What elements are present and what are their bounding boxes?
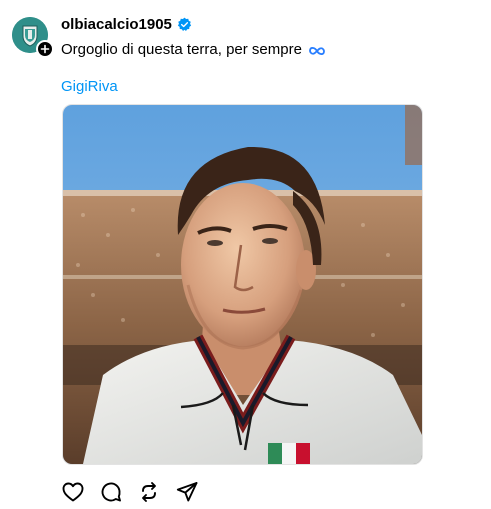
share-send-icon[interactable] [175, 480, 199, 504]
avatar[interactable] [12, 17, 54, 58]
comment-icon[interactable] [99, 480, 123, 504]
like-heart-icon[interactable] [61, 480, 85, 504]
post-header: olbiacalcio1905 [61, 16, 192, 33]
caption-text: Orgoglio di questa terra, per sempre [61, 41, 302, 58]
infinity-icon [308, 44, 326, 56]
repost-icon[interactable] [137, 480, 161, 504]
hashtag-link[interactable]: GigiRiva [61, 78, 118, 95]
player-portrait-image [63, 105, 422, 464]
verified-badge-icon [177, 17, 192, 32]
post-image[interactable] [62, 104, 423, 465]
follow-plus-icon[interactable] [36, 40, 54, 58]
action-bar [61, 480, 199, 504]
username-link[interactable]: olbiacalcio1905 [61, 16, 172, 33]
post-caption: Orgoglio di questa terra, per sempre [61, 41, 326, 58]
